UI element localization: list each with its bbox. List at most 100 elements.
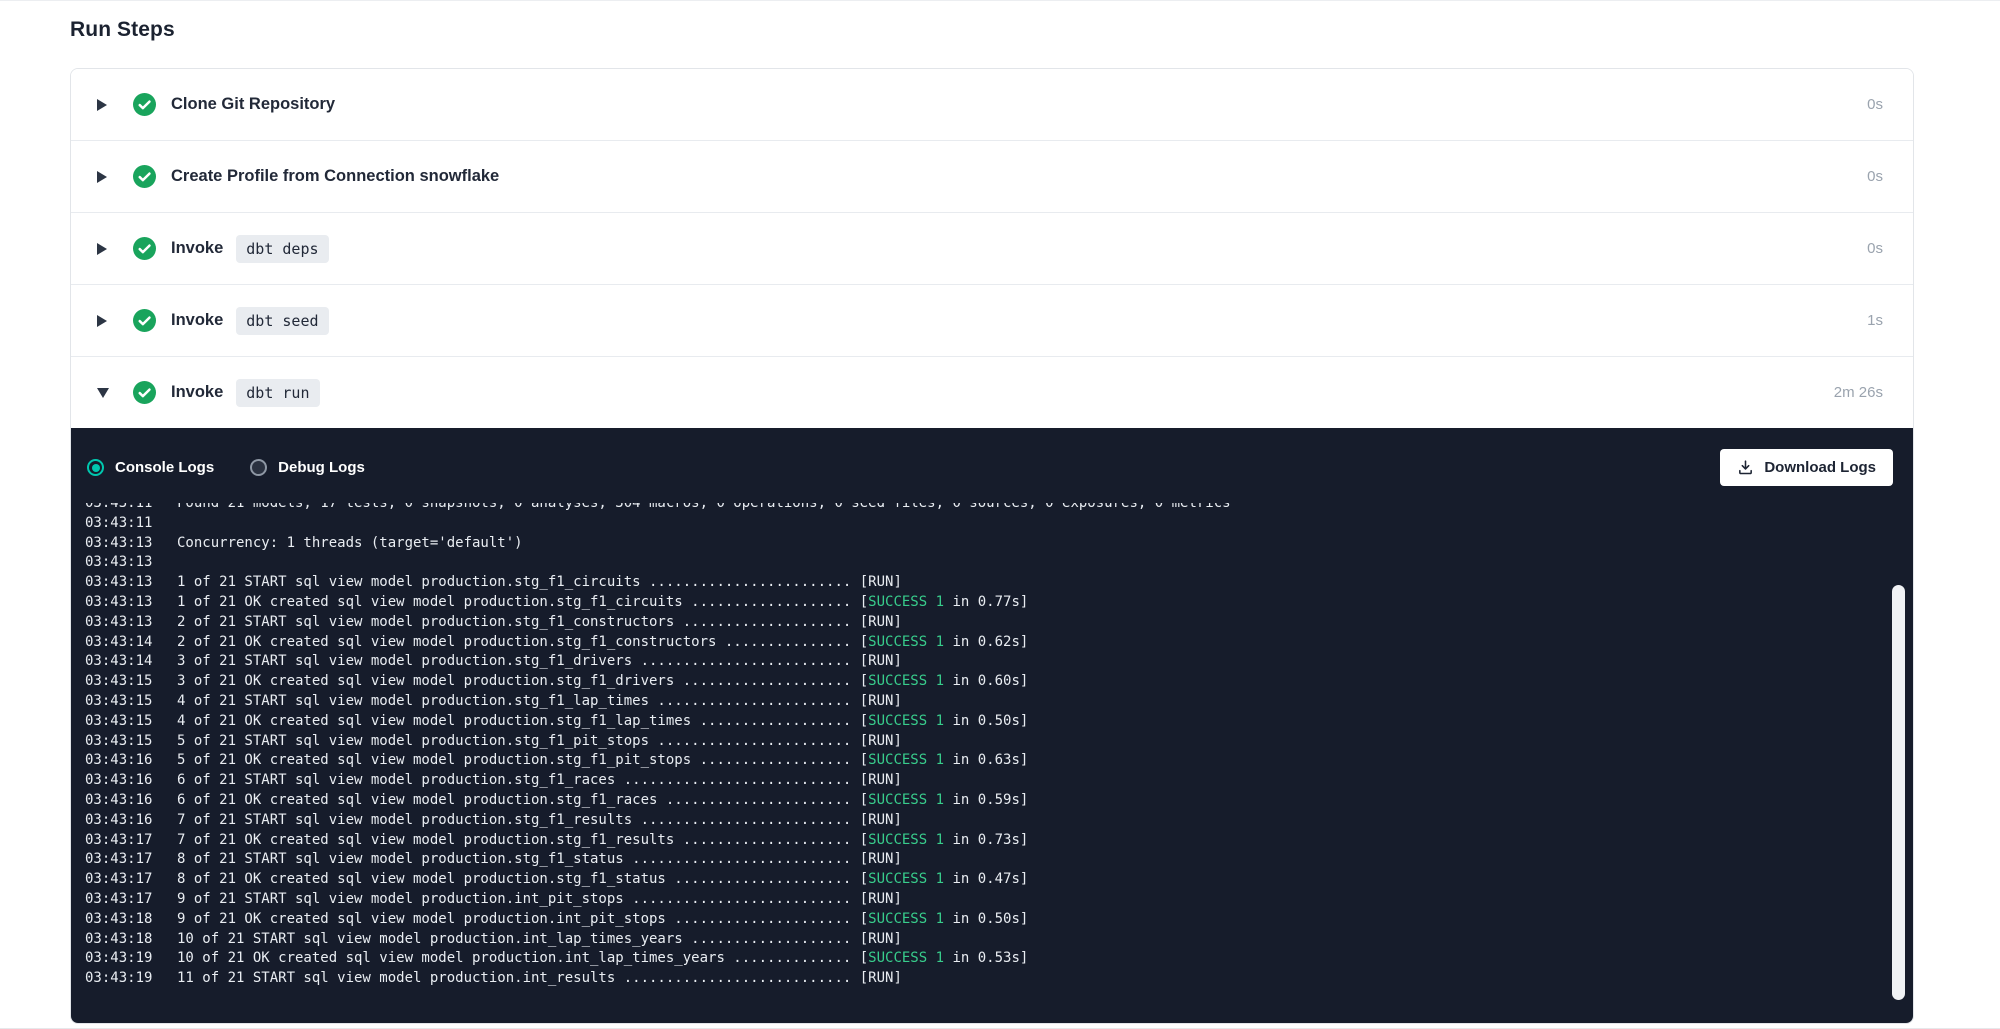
log-timestamp: 03:43:19 (85, 969, 177, 989)
step-label: Invoke (171, 239, 223, 258)
log-success-token: SUCCESS 1 (868, 713, 944, 729)
step-duration: 2m 26s (1834, 384, 1883, 401)
log-timestamp: 03:43:13 (85, 593, 177, 613)
download-logs-button[interactable]: Download Logs (1720, 449, 1893, 486)
log-success-token: SUCCESS 1 (868, 594, 944, 610)
log-message: 5 of 21 OK created sql view model produc… (177, 751, 1028, 771)
log-tab-label: Debug Logs (278, 459, 365, 476)
step-label: Invoke (171, 311, 223, 330)
log-timestamp: 03:43:13 (85, 553, 177, 573)
radio-unselected-icon[interactable] (250, 459, 267, 476)
log-timestamp: 03:43:17 (85, 831, 177, 851)
log-message: 1 of 21 OK created sql view model produc… (177, 593, 1028, 613)
log-message: 7 of 21 START sql view model production.… (177, 811, 902, 831)
log-message: 2 of 21 START sql view model production.… (177, 613, 902, 633)
log-message: 11 of 21 START sql view model production… (177, 969, 902, 989)
page-title: Run Steps (70, 18, 1914, 42)
log-line: 03:43:167 of 21 START sql view model pro… (85, 811, 1873, 831)
step-duration: 1s (1867, 312, 1883, 329)
log-timestamp: 03:43:15 (85, 732, 177, 752)
log-message: 2 of 21 OK created sql view model produc… (177, 633, 1028, 653)
step-row-4[interactable]: Invoke dbt seed 1s (71, 284, 1913, 356)
log-line: 03:43:154 of 21 OK created sql view mode… (85, 712, 1873, 732)
step-row-5[interactable]: Invokedbt run2m 26s (71, 356, 1913, 428)
log-line: 03:43:131 of 21 START sql view model pro… (85, 573, 1873, 593)
log-timestamp: 03:43:11 (85, 503, 177, 514)
log-line: 03:43:189 of 21 OK created sql view mode… (85, 910, 1873, 930)
log-timestamp: 03:43:13 (85, 534, 177, 554)
log-type-tabs: Console Logs Debug Logs (87, 459, 365, 476)
log-message: 3 of 21 START sql view model production.… (177, 652, 902, 672)
log-timestamp: 03:43:15 (85, 712, 177, 732)
chevron-right-icon[interactable] (97, 171, 111, 183)
log-message: 6 of 21 OK created sql view model produc… (177, 791, 1028, 811)
run-steps-page: Run Steps Clone Git Repository 0s Create P… (0, 1, 2000, 1024)
log-message: 1 of 21 START sql view model production.… (177, 573, 902, 593)
log-line: 03:43:177 of 21 OK created sql view mode… (85, 831, 1873, 851)
log-timestamp: 03:43:18 (85, 930, 177, 950)
log-success-token: SUCCESS 1 (868, 832, 944, 848)
log-message: 4 of 21 OK created sql view model produc… (177, 712, 1028, 732)
run-step: Invoke dbt seed 1s (71, 284, 1913, 356)
log-message: 8 of 21 OK created sql view model produc… (177, 870, 1028, 890)
log-lines: 03:43:11Found 21 models, 17 tests, 0 sna… (85, 503, 1873, 989)
log-message: Concurrency: 1 threads (target='default'… (177, 534, 523, 554)
console-scrollbar-thumb[interactable] (1892, 585, 1905, 1000)
log-line: 03:43:11Found 21 models, 17 tests, 0 sna… (85, 503, 1873, 514)
status-success-check-icon (133, 93, 156, 116)
log-line: 03:43:1810 of 21 START sql view model pr… (85, 930, 1873, 950)
log-timestamp: 03:43:17 (85, 850, 177, 870)
log-tab-console-logs[interactable]: Console Logs (87, 459, 214, 476)
log-message: 8 of 21 START sql view model production.… (177, 850, 902, 870)
run-steps-card: Clone Git Repository 0s Create Profile fro… (70, 68, 1914, 1024)
status-success-check-icon (133, 165, 156, 188)
log-tab-debug-logs[interactable]: Debug Logs (250, 459, 365, 476)
log-line: 03:43:131 of 21 OK created sql view mode… (85, 593, 1873, 613)
step-label: Create Profile from Connection snowflake (171, 167, 499, 186)
download-logs-label: Download Logs (1764, 459, 1876, 476)
log-message: 5 of 21 START sql view model production.… (177, 732, 902, 752)
log-success-token: SUCCESS 1 (868, 792, 944, 808)
log-line: 03:43:153 of 21 OK created sql view mode… (85, 672, 1873, 692)
log-message: 4 of 21 START sql view model production.… (177, 692, 902, 712)
log-timestamp: 03:43:13 (85, 573, 177, 593)
console-panel: Console Logs Debug Logs Download Logs 03:… (71, 428, 1913, 1023)
log-timestamp: 03:43:19 (85, 949, 177, 969)
run-step: Invokedbt run2m 26s Console Logs Debug Lo… (71, 356, 1913, 1023)
log-timestamp: 03:43:15 (85, 672, 177, 692)
log-timestamp: 03:43:17 (85, 890, 177, 910)
step-row-3[interactable]: Invokedbt deps0s (71, 212, 1913, 284)
chevron-right-icon[interactable] (97, 315, 111, 327)
log-timestamp: 03:43:14 (85, 652, 177, 672)
step-row-1[interactable]: Clone Git Repository 0s (71, 69, 1913, 140)
log-message: 7 of 21 OK created sql view model produc… (177, 831, 1028, 851)
log-line: 03:43:179 of 21 START sql view model pro… (85, 890, 1873, 910)
step-label: Clone Git Repository (171, 95, 335, 114)
log-line: 03:43:166 of 21 OK created sql view mode… (85, 791, 1873, 811)
log-timestamp: 03:43:18 (85, 910, 177, 930)
log-success-token: SUCCESS 1 (868, 752, 944, 768)
log-line: 03:43:13Concurrency: 1 threads (target='… (85, 534, 1873, 554)
step-row-2[interactable]: Create Profile from Connection snowflake… (71, 140, 1913, 212)
step-duration: 0s (1867, 96, 1883, 113)
log-line: 03:43:13 (85, 553, 1873, 573)
console-log-output[interactable]: 03:43:11Found 21 models, 17 tests, 0 sna… (71, 503, 1913, 1023)
log-line: 03:43:178 of 21 OK created sql view mode… (85, 870, 1873, 890)
log-line: 03:43:154 of 21 START sql view model pro… (85, 692, 1873, 712)
command-chip: dbt seed (236, 307, 328, 335)
radio-selected-icon[interactable] (87, 459, 104, 476)
log-success-token: SUCCESS 1 (868, 950, 944, 966)
command-chip: dbt deps (236, 235, 328, 263)
chevron-right-icon[interactable] (97, 99, 111, 111)
log-timestamp: 03:43:17 (85, 870, 177, 890)
log-line: 03:43:155 of 21 START sql view model pro… (85, 732, 1873, 752)
log-tab-label: Console Logs (115, 459, 214, 476)
log-line: 03:43:11 (85, 514, 1873, 534)
log-timestamp: 03:43:11 (85, 514, 177, 534)
chevron-right-icon[interactable] (97, 243, 111, 255)
chevron-down-icon[interactable] (97, 388, 111, 398)
log-success-token: SUCCESS 1 (868, 871, 944, 887)
log-timestamp: 03:43:15 (85, 692, 177, 712)
status-success-check-icon (133, 309, 156, 332)
log-line: 03:43:178 of 21 START sql view model pro… (85, 850, 1873, 870)
